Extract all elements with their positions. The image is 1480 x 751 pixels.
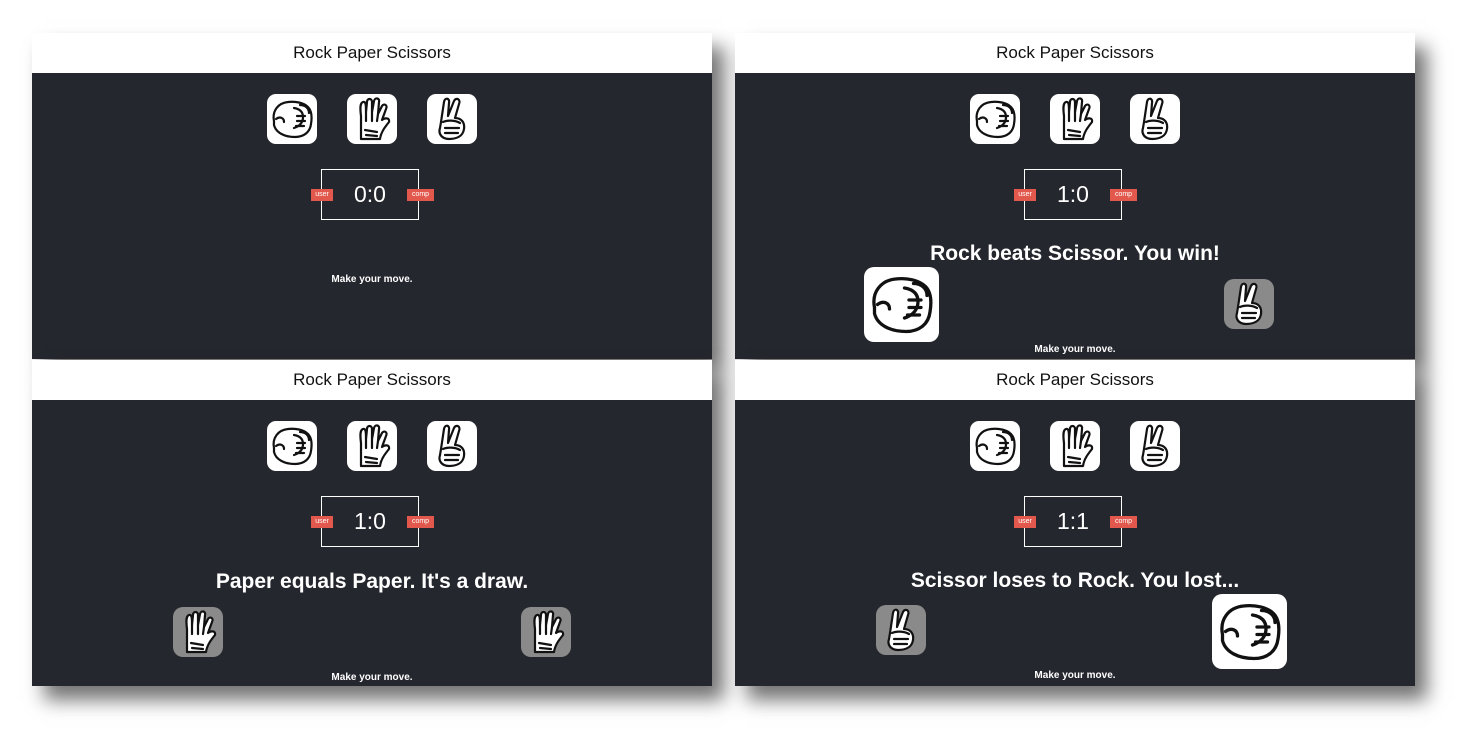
scissors-icon	[1130, 421, 1180, 471]
scissors-button[interactable]	[427, 421, 477, 471]
scoreboard: 0:0	[321, 169, 419, 220]
comp-hand	[1224, 279, 1274, 329]
result-text: Paper equals Paper. It's a draw.	[215, 570, 529, 593]
rock-icon	[267, 94, 317, 144]
paper-icon	[1050, 421, 1100, 471]
paper-button[interactable]	[347, 94, 397, 144]
comp-badge: comp	[407, 516, 434, 528]
score-value: 1:0	[1057, 181, 1089, 207]
rock-button[interactable]	[267, 94, 317, 144]
user-badge: user	[1014, 516, 1036, 528]
comp-badge: comp	[1110, 516, 1137, 528]
scoreboard: 1:1	[1024, 496, 1122, 547]
rock-icon	[267, 421, 317, 471]
scissors-button[interactable]	[1130, 421, 1180, 471]
rock-button[interactable]	[267, 421, 317, 471]
rock-icon	[970, 421, 1020, 471]
result-text: Rock beats Scissor. You win!	[930, 242, 1220, 265]
app-header: Rock Paper Scissors	[32, 33, 712, 73]
comp-hand	[521, 607, 571, 657]
user-badge: user	[311, 189, 333, 201]
user-hand	[864, 267, 939, 342]
app-title: Rock Paper Scissors	[293, 43, 451, 62]
app-title: Rock Paper Scissors	[996, 370, 1154, 389]
user-hand	[876, 605, 926, 655]
hint-text: Make your move.	[331, 672, 413, 683]
game-panel-3: Rock Paper Scissors 1:0 user comp Paper …	[32, 360, 712, 686]
score-value: 1:0	[354, 508, 386, 534]
result-text: Scissor loses to Rock. You lost...	[910, 569, 1240, 592]
paper-button[interactable]	[1050, 94, 1100, 144]
rock-icon	[864, 267, 939, 342]
game-panel-4: Rock Paper Scissors 1:1 user comp Scisso…	[735, 360, 1415, 686]
paper-icon	[521, 607, 571, 657]
paper-icon	[173, 607, 223, 657]
paper-button[interactable]	[1050, 421, 1100, 471]
scissors-icon	[427, 94, 477, 144]
game-panel-2: Rock Paper Scissors 1:0 user comp Rock b…	[735, 33, 1415, 359]
hint-text: Make your move.	[1034, 344, 1116, 355]
hint-text: Make your move.	[331, 274, 413, 285]
scissors-icon	[1130, 94, 1180, 144]
app-header: Rock Paper Scissors	[735, 33, 1415, 73]
hint-text: Make your move.	[1034, 670, 1116, 681]
scoreboard: 1:0	[321, 496, 419, 547]
score-value: 1:1	[1057, 508, 1089, 534]
scissors-icon	[427, 421, 477, 471]
user-badge: user	[1014, 189, 1036, 201]
paper-icon	[347, 94, 397, 144]
app-title: Rock Paper Scissors	[996, 43, 1154, 62]
scissors-icon	[1224, 279, 1274, 329]
score-value: 0:0	[354, 181, 386, 207]
comp-badge: comp	[407, 189, 434, 201]
scissors-button[interactable]	[1130, 94, 1180, 144]
rock-icon	[970, 94, 1020, 144]
paper-icon	[347, 421, 397, 471]
user-badge: user	[311, 516, 333, 528]
rock-icon	[1212, 594, 1287, 669]
game-panel-1: Rock Paper Scissors 0:0 user comp Make y…	[32, 33, 712, 359]
app-title: Rock Paper Scissors	[293, 370, 451, 389]
app-header: Rock Paper Scissors	[735, 360, 1415, 400]
rock-button[interactable]	[970, 421, 1020, 471]
user-hand	[173, 607, 223, 657]
paper-button[interactable]	[347, 421, 397, 471]
scoreboard: 1:0	[1024, 169, 1122, 220]
comp-badge: comp	[1110, 189, 1137, 201]
app-header: Rock Paper Scissors	[32, 360, 712, 400]
scissors-button[interactable]	[427, 94, 477, 144]
comp-hand	[1212, 594, 1287, 669]
rock-button[interactable]	[970, 94, 1020, 144]
paper-icon	[1050, 94, 1100, 144]
scissors-icon	[876, 605, 926, 655]
